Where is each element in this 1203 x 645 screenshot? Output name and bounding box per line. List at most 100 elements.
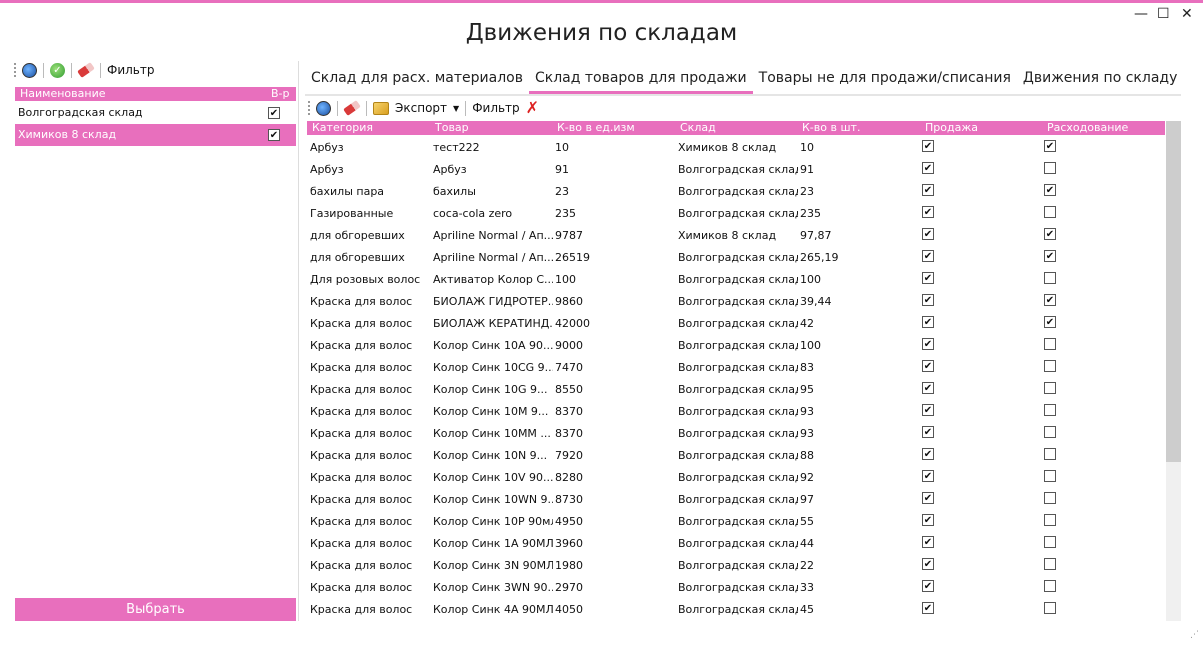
check-all-icon[interactable]: ✓ bbox=[50, 62, 65, 78]
cell-warehouse: Волгоградская склад bbox=[678, 295, 798, 308]
table-row[interactable]: Краска для волос Колор Синк 10P 90мл 4950 В… bbox=[307, 511, 1165, 533]
sale-checkbox[interactable] bbox=[922, 162, 934, 174]
consumption-checkbox[interactable] bbox=[1044, 250, 1056, 262]
consumption-checkbox[interactable] bbox=[1044, 272, 1056, 284]
table-row[interactable]: Краска для волос БИОЛАЖ КЕРАТИНД... 42000 В… bbox=[307, 313, 1165, 335]
sale-checkbox[interactable] bbox=[922, 184, 934, 196]
table-row[interactable]: Газированные coca-cola zero 235 Волгоградск… bbox=[307, 203, 1165, 225]
tab-0[interactable]: Склад для расх. материалов bbox=[305, 68, 529, 94]
sale-checkbox[interactable] bbox=[922, 140, 934, 152]
table-row[interactable]: для обгоревших Apriline Normal / Ап... 978… bbox=[307, 225, 1165, 247]
sale-checkbox[interactable] bbox=[922, 426, 934, 438]
table-row[interactable]: Краска для волос Колор Синк 10M 9... 8370 В… bbox=[307, 401, 1165, 423]
consumption-checkbox[interactable] bbox=[1044, 448, 1056, 460]
warehouse-row[interactable]: Волгоградская склад bbox=[15, 102, 296, 124]
sale-checkbox[interactable] bbox=[922, 206, 934, 218]
sale-checkbox[interactable] bbox=[922, 470, 934, 482]
table-row[interactable]: Краска для волос Колор Синк 10MM ... 8370 В… bbox=[307, 423, 1165, 445]
table-row[interactable]: Краска для волос Колор Синк 10N 9... 7920 В… bbox=[307, 445, 1165, 467]
column-header-qty-unit[interactable]: К-во в ед.изм bbox=[557, 121, 635, 135]
clear-eraser-icon[interactable] bbox=[77, 62, 95, 78]
column-header-qty-pcs[interactable]: К-во в шт. bbox=[802, 121, 860, 135]
chevron-down-icon[interactable]: ▼ bbox=[453, 104, 459, 113]
filter-button[interactable]: Фильтр bbox=[107, 63, 154, 77]
clear-eraser-icon[interactable] bbox=[343, 100, 361, 116]
sale-checkbox[interactable] bbox=[922, 228, 934, 240]
panel-splitter[interactable] bbox=[298, 61, 299, 621]
consumption-checkbox[interactable] bbox=[1044, 360, 1056, 372]
sale-checkbox[interactable] bbox=[922, 602, 934, 614]
export-button[interactable]: Экспорт bbox=[395, 101, 447, 115]
table-row[interactable]: Краска для волос Колор Синк 10V 90... 8280… bbox=[307, 467, 1165, 489]
consumption-checkbox[interactable] bbox=[1044, 492, 1056, 504]
consumption-checkbox[interactable] bbox=[1044, 206, 1056, 218]
column-header-name[interactable]: Наименование bbox=[20, 87, 105, 101]
consumption-checkbox[interactable] bbox=[1044, 470, 1056, 482]
sale-checkbox[interactable] bbox=[922, 492, 934, 504]
sale-checkbox[interactable] bbox=[922, 294, 934, 306]
scrollbar-thumb[interactable] bbox=[1166, 121, 1181, 462]
consumption-checkbox[interactable] bbox=[1044, 580, 1056, 592]
table-row[interactable]: Арбуз тест222 10 Химиков 8 склад 10 bbox=[307, 137, 1165, 159]
table-row[interactable]: Краска для волос Колор Синк 10G 9... 8550 В… bbox=[307, 379, 1165, 401]
table-row[interactable]: Арбуз Арбуз 91 Волгоградская склад 91 bbox=[307, 159, 1165, 181]
table-row[interactable]: Для розовых волос Активатор Колор С... 100… bbox=[307, 269, 1165, 291]
sale-checkbox[interactable] bbox=[922, 338, 934, 350]
consumption-checkbox[interactable] bbox=[1044, 536, 1056, 548]
table-row[interactable]: Краска для волос Колор Синк 1А 90МЛ 3960 Во… bbox=[307, 533, 1165, 555]
consumption-checkbox[interactable] bbox=[1044, 404, 1056, 416]
sale-checkbox[interactable] bbox=[922, 404, 934, 416]
consumption-checkbox[interactable] bbox=[1044, 294, 1056, 306]
warehouse-checkbox[interactable] bbox=[268, 129, 280, 141]
consumption-checkbox[interactable] bbox=[1044, 558, 1056, 570]
clear-filter-icon[interactable]: ✗ bbox=[526, 100, 539, 116]
table-row[interactable]: Краска для волос Колор Синк 3WN 90... 2970… bbox=[307, 577, 1165, 599]
consumption-checkbox[interactable] bbox=[1044, 514, 1056, 526]
consumption-checkbox[interactable] bbox=[1044, 316, 1056, 328]
table-row[interactable]: Краска для волос БИОЛАЖ ГИДРОТЕР... 9860 Во… bbox=[307, 291, 1165, 313]
sale-checkbox[interactable] bbox=[922, 316, 934, 328]
sale-checkbox[interactable] bbox=[922, 558, 934, 570]
column-header-warehouse[interactable]: Склад bbox=[680, 121, 716, 135]
consumption-checkbox[interactable] bbox=[1044, 140, 1056, 152]
warehouse-checkbox[interactable] bbox=[268, 107, 280, 119]
sale-checkbox[interactable] bbox=[922, 360, 934, 372]
table-row[interactable]: Краска для волос Колор Синк 3N 90МЛ 1980 Во… bbox=[307, 555, 1165, 577]
column-header-product[interactable]: Товар bbox=[435, 121, 469, 135]
tab-1[interactable]: Склад товаров для продажи bbox=[528, 68, 753, 94]
sale-checkbox[interactable] bbox=[922, 382, 934, 394]
consumption-checkbox[interactable] bbox=[1044, 602, 1056, 614]
column-header-consumption[interactable]: Расходование bbox=[1047, 121, 1128, 135]
table-row[interactable]: бахилы пара бахилы 23 Волгоградская склад 23 bbox=[307, 181, 1165, 203]
consumption-checkbox[interactable] bbox=[1044, 162, 1056, 174]
toolbar-grip[interactable] bbox=[308, 101, 310, 115]
refresh-icon[interactable] bbox=[316, 100, 331, 116]
tab-3[interactable]: Движения по складу bbox=[1017, 68, 1183, 94]
warehouse-row[interactable]: Химиков 8 склад bbox=[15, 124, 296, 146]
sale-checkbox[interactable] bbox=[922, 580, 934, 592]
table-row[interactable]: Краска для волос Колор Синк 10А 90... 9000… bbox=[307, 335, 1165, 357]
toolbar-grip[interactable] bbox=[14, 63, 16, 77]
select-button[interactable]: Выбрать bbox=[15, 598, 296, 621]
consumption-checkbox[interactable] bbox=[1044, 426, 1056, 438]
column-header-flag[interactable]: В-р bbox=[271, 87, 290, 101]
table-row[interactable]: Краска для волос Колор Синк 4А 90МЛ 4050 Во… bbox=[307, 599, 1165, 621]
column-header-category[interactable]: Категория bbox=[312, 121, 373, 135]
resize-grip-icon[interactable]: ⋰ bbox=[1190, 630, 1199, 640]
table-row[interactable]: Краска для волос Колор Синк 10WN 9... 8730… bbox=[307, 489, 1165, 511]
consumption-checkbox[interactable] bbox=[1044, 382, 1056, 394]
column-header-sale[interactable]: Продажа bbox=[925, 121, 978, 135]
refresh-icon[interactable] bbox=[22, 62, 37, 78]
consumption-checkbox[interactable] bbox=[1044, 338, 1056, 350]
sale-checkbox[interactable] bbox=[922, 250, 934, 262]
sale-checkbox[interactable] bbox=[922, 536, 934, 548]
sale-checkbox[interactable] bbox=[922, 514, 934, 526]
sale-checkbox[interactable] bbox=[922, 448, 934, 460]
consumption-checkbox[interactable] bbox=[1044, 228, 1056, 240]
table-row[interactable]: Краска для волос Колор Синк 10CG 9... 7470… bbox=[307, 357, 1165, 379]
tab-2[interactable]: Товары не для продажи/списания bbox=[753, 68, 1017, 94]
sale-checkbox[interactable] bbox=[922, 272, 934, 284]
consumption-checkbox[interactable] bbox=[1044, 184, 1056, 196]
grid-filter-button[interactable]: Фильтр bbox=[472, 101, 519, 115]
table-row[interactable]: для обгоревших Apriline Normal / Ап... 265… bbox=[307, 247, 1165, 269]
